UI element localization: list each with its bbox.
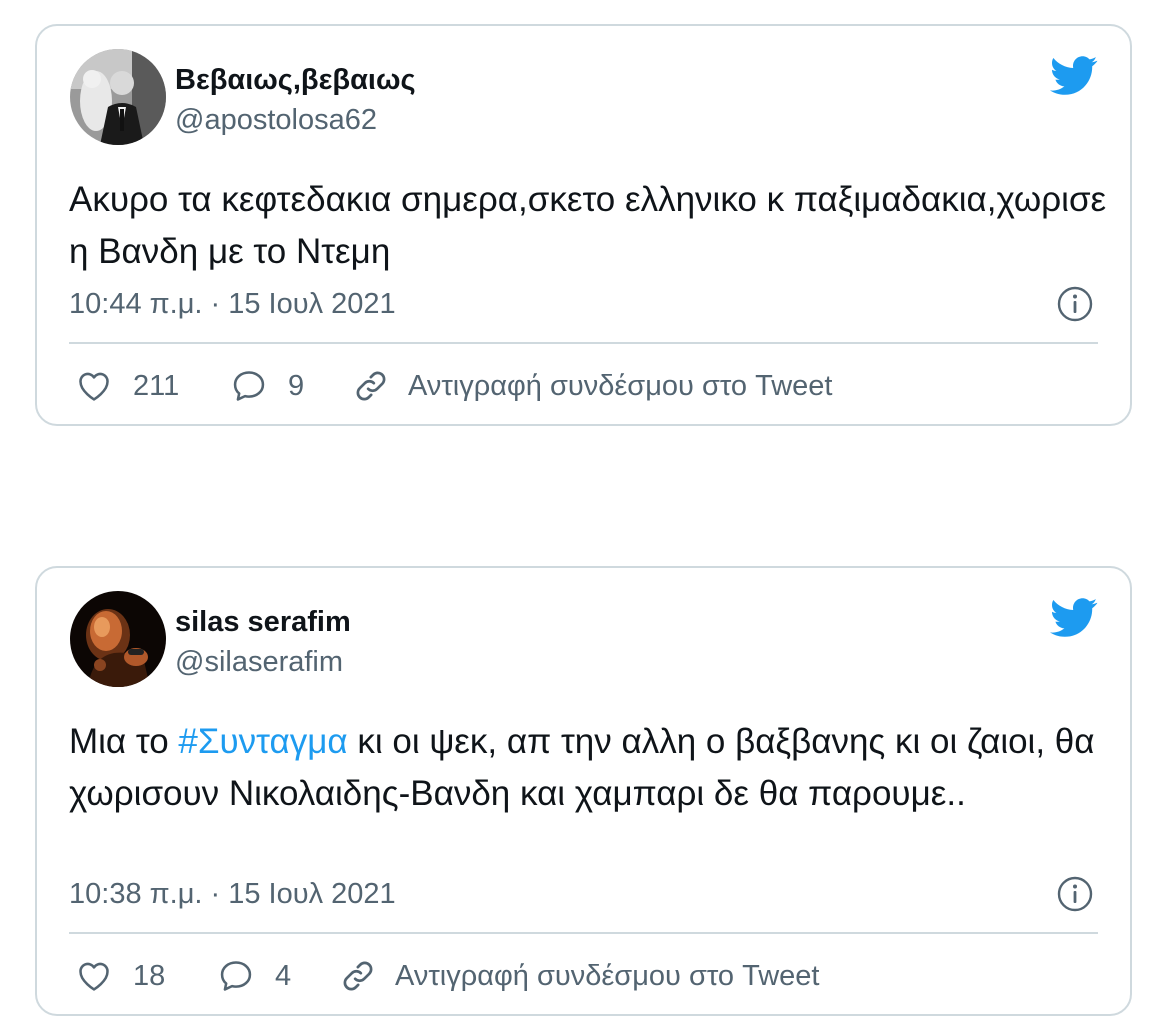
like-button[interactable]: 18 bbox=[75, 957, 217, 995]
reply-button[interactable]: 4 bbox=[217, 957, 339, 995]
tweet-card[interactable]: Βεβαιως,βεβαιως @apostolosa62 Ακυρο τα κ… bbox=[35, 24, 1132, 426]
author-name[interactable]: Βεβαιως,βεβαιως bbox=[175, 64, 416, 97]
copy-link-label: Αντιγραφή συνδέσμου στο Tweet bbox=[408, 369, 833, 402]
reply-button[interactable]: 9 bbox=[230, 367, 352, 405]
avatar[interactable] bbox=[70, 49, 166, 145]
avatar[interactable] bbox=[70, 591, 166, 687]
tweet-card[interactable]: silas serafim @silaserafim Μια το #Συντα… bbox=[35, 566, 1132, 1016]
like-button[interactable]: 211 bbox=[75, 367, 230, 405]
like-count: 18 bbox=[133, 959, 166, 992]
divider bbox=[69, 932, 1098, 934]
copy-link-button[interactable]: Αντιγραφή συνδέσμου στο Tweet bbox=[352, 367, 832, 405]
action-bar: 211 9 Αντιγραφή συνδέσμου στο Tweet bbox=[75, 366, 832, 406]
copy-link-button[interactable]: Αντιγραφή συνδέσμου στο Tweet bbox=[339, 957, 819, 995]
divider bbox=[69, 342, 1098, 344]
link-icon bbox=[356, 371, 386, 401]
reply-count: 9 bbox=[288, 369, 305, 402]
speech-bubble-icon bbox=[220, 961, 252, 991]
action-bar: 18 4 Αντιγραφή συνδέσμου στο Tweet bbox=[75, 956, 819, 996]
twitter-bird-icon[interactable] bbox=[1050, 56, 1098, 96]
heart-icon bbox=[79, 962, 109, 991]
link-icon bbox=[343, 961, 373, 991]
hashtag-link[interactable]: #Συνταγμα bbox=[178, 722, 347, 761]
tweet-text: Ακυρο τα κεφτεδακια σημερα,σκετο ελληνικ… bbox=[69, 180, 1107, 271]
tweet-text: Μια το #Συνταγμα κι οι ψεκ, απ την αλλη … bbox=[69, 716, 1109, 820]
author-name[interactable]: silas serafim bbox=[175, 606, 351, 639]
author-handle[interactable]: @silaserafim bbox=[175, 646, 343, 679]
info-icon[interactable] bbox=[1056, 875, 1094, 913]
copy-link-label: Αντιγραφή συνδέσμου στο Tweet bbox=[395, 959, 820, 992]
twitter-bird-icon[interactable] bbox=[1050, 598, 1098, 638]
timestamp[interactable]: 10:38 π.μ. · 15 Ιουλ 2021 bbox=[69, 878, 396, 911]
tweet-text-part: Μια το bbox=[69, 722, 179, 761]
speech-bubble-icon bbox=[233, 371, 265, 401]
reply-count: 4 bbox=[275, 959, 292, 992]
like-count: 211 bbox=[133, 369, 180, 402]
heart-icon bbox=[79, 372, 109, 401]
timestamp[interactable]: 10:44 π.μ. · 15 Ιουλ 2021 bbox=[69, 288, 396, 321]
info-icon[interactable] bbox=[1056, 285, 1094, 323]
author-handle[interactable]: @apostolosa62 bbox=[175, 104, 377, 137]
